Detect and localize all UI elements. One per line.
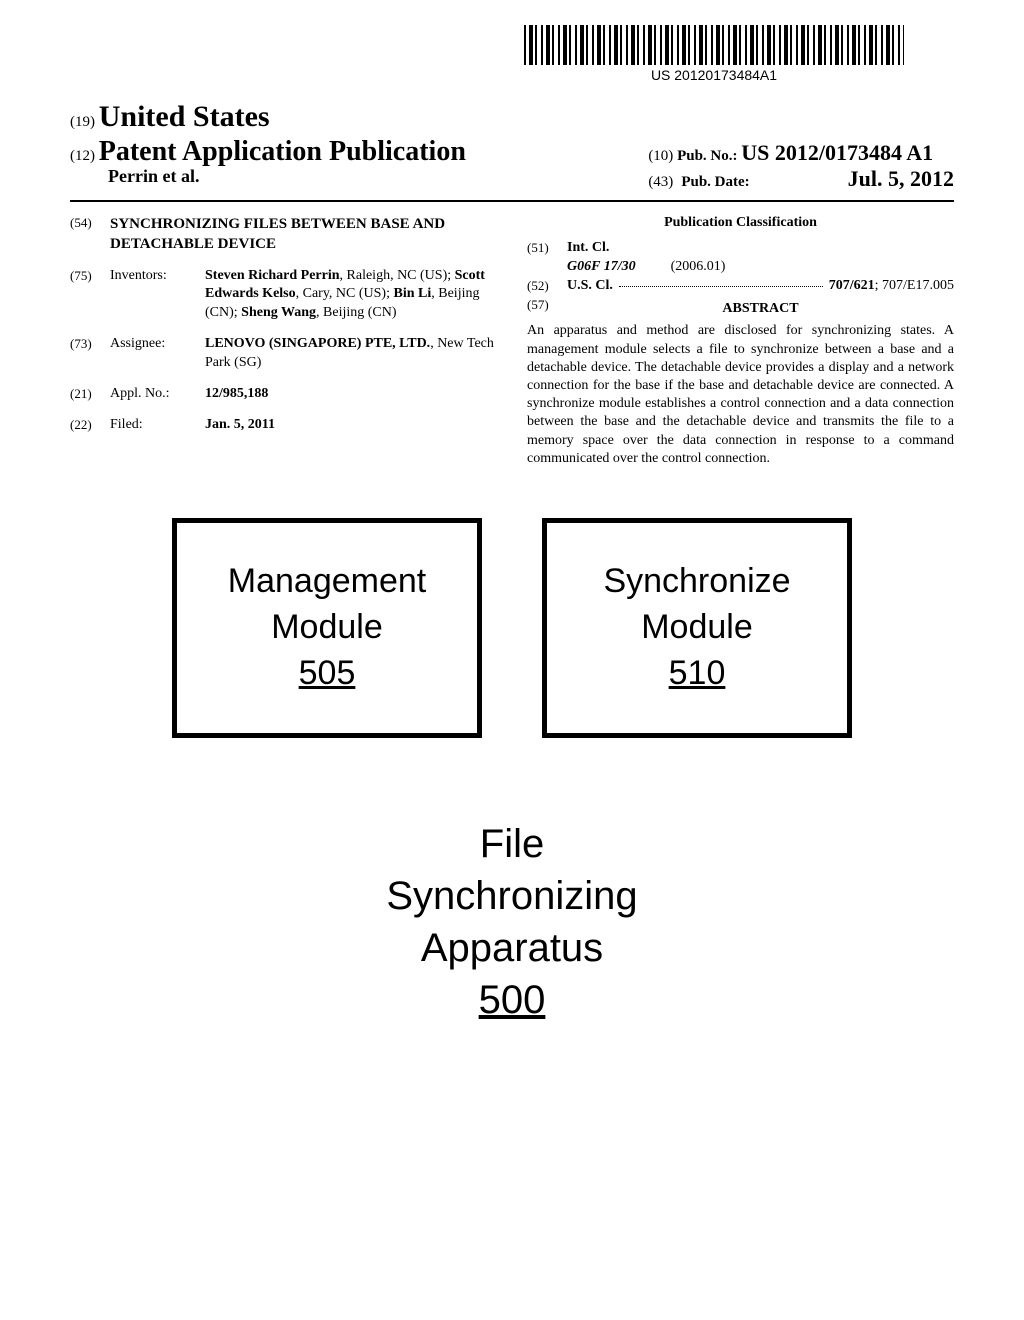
- filed-row: (22) Filed: Jan. 5, 2011: [70, 416, 497, 435]
- pub-no: US 2012/0173484 A1: [741, 140, 933, 165]
- us-cl-value: 707/621; 707/E17.005: [829, 277, 954, 296]
- assignee-row: (73) Assignee: LENOVO (SINGAPORE) PTE, L…: [70, 335, 497, 373]
- int-cl-year: (2006.01): [671, 259, 726, 274]
- document-header: (19) United States (12) Patent Applicati…: [70, 100, 954, 192]
- title-row: (54) SYNCHRONIZING FILES BETWEEN BASE AN…: [70, 214, 497, 255]
- doc-type-line: (12) Patent Application Publication: [70, 136, 466, 168]
- assignee-name: LENOVO (SINGAPORE) PTE, LTD.: [205, 336, 430, 351]
- inventor-4-name: Sheng Wang: [241, 305, 316, 320]
- abstract-heading-row: (57) ABSTRACT: [527, 296, 954, 323]
- barcode-block: US 20120173484A1: [524, 25, 904, 83]
- inventors-label: Inventors:: [110, 267, 205, 324]
- inventor-2-loc: , Cary, NC (US);: [296, 286, 394, 301]
- appl-no-value: 12/985,188: [205, 385, 497, 404]
- inventor-1-loc: , Raleigh, NC (US);: [340, 268, 455, 283]
- box1-line1: Management: [228, 559, 426, 605]
- box2-num: 510: [669, 651, 726, 697]
- code-10: (10): [648, 148, 673, 164]
- pub-class-title: Publication Classification: [527, 214, 954, 233]
- apparatus-line3: Apparatus: [386, 922, 637, 974]
- pub-no-line: (10) Pub. No.: US 2012/0173484 A1: [648, 140, 933, 166]
- inventors-value: Steven Richard Perrin, Raleigh, NC (US);…: [205, 267, 497, 324]
- us-cl-main: 707/621: [829, 278, 875, 293]
- code-54: (54): [70, 214, 110, 255]
- us-cl-sub: ; 707/E17.005: [875, 278, 954, 293]
- invention-title: SYNCHRONIZING FILES BETWEEN BASE AND DET…: [110, 214, 497, 255]
- left-column: (54) SYNCHRONIZING FILES BETWEEN BASE AN…: [70, 214, 497, 468]
- code-75: (75): [70, 267, 110, 324]
- code-73: (73): [70, 335, 110, 373]
- box1-line2: Module: [271, 605, 383, 651]
- code-19: (19): [70, 114, 95, 130]
- code-12: (12): [70, 148, 95, 164]
- code-22: (22): [70, 416, 110, 435]
- code-57: (57): [527, 296, 567, 323]
- code-43: (43): [648, 174, 673, 191]
- spacer: [527, 258, 567, 277]
- pub-date-label: Pub. Date:: [681, 174, 749, 191]
- authors-short: Perrin et al.: [108, 166, 466, 187]
- inventor-3-name: Bin Li: [394, 286, 432, 301]
- abstract-label: ABSTRACT: [567, 300, 954, 319]
- bibliographic-columns: (54) SYNCHRONIZING FILES BETWEEN BASE AN…: [70, 214, 954, 468]
- header-pub-line: (12) Patent Application Publication Perr…: [70, 136, 954, 192]
- appl-no-label: Appl. No.:: [110, 385, 205, 404]
- header-left: (12) Patent Application Publication Perr…: [70, 136, 466, 187]
- int-cl-row: (51) Int. Cl.: [527, 239, 954, 258]
- box2-line2: Module: [641, 605, 753, 651]
- inventor-1-name: Steven Richard Perrin: [205, 268, 340, 283]
- header-divider: [70, 200, 954, 202]
- header-country-line: (19) United States: [70, 100, 954, 134]
- figure-area: Management Module 505 Synchronize Module…: [70, 518, 954, 1026]
- us-cl-label: U.S. Cl.: [567, 277, 613, 296]
- int-cl-label: Int. Cl.: [567, 239, 627, 258]
- appl-no-row: (21) Appl. No.: 12/985,188: [70, 385, 497, 404]
- pub-no-label: Pub. No.:: [677, 148, 737, 164]
- barcode-text: US 20120173484A1: [524, 67, 904, 83]
- code-52: (52): [527, 277, 567, 296]
- abstract-text: An apparatus and method are disclosed fo…: [527, 322, 954, 468]
- apparatus-label: File Synchronizing Apparatus 500: [386, 818, 637, 1026]
- assignee-label: Assignee:: [110, 335, 205, 373]
- pub-date-line: (43) Pub. Date: Jul. 5, 2012: [648, 166, 954, 192]
- filed-label: Filed:: [110, 416, 205, 435]
- right-column: Publication Classification (51) Int. Cl.…: [527, 214, 954, 468]
- code-51: (51): [527, 239, 567, 258]
- leader-dots: [619, 277, 823, 287]
- apparatus-line2: Synchronizing: [386, 870, 637, 922]
- assignee-value: LENOVO (SINGAPORE) PTE, LTD., New Tech P…: [205, 335, 497, 373]
- pub-date: Jul. 5, 2012: [848, 166, 954, 192]
- synchronize-module-box: Synchronize Module 510: [542, 518, 852, 738]
- int-cl-value: G06F 17/30 (2006.01): [567, 258, 954, 277]
- apparatus-line1: File: [386, 818, 637, 870]
- box2-line1: Synchronize: [603, 559, 790, 605]
- inventors-row: (75) Inventors: Steven Richard Perrin, R…: [70, 267, 497, 324]
- int-cl-class: G06F 17/30: [567, 259, 636, 274]
- filed-value: Jan. 5, 2011: [205, 416, 497, 435]
- apparatus-num: 500: [386, 974, 637, 1026]
- management-module-box: Management Module 505: [172, 518, 482, 738]
- inventor-4-loc: , Beijing (CN): [316, 305, 397, 320]
- barcode-graphic: [524, 25, 904, 65]
- module-boxes-row: Management Module 505 Synchronize Module…: [172, 518, 852, 738]
- box1-num: 505: [299, 651, 356, 697]
- doc-type: Patent Application Publication: [99, 136, 466, 167]
- int-cl-value-row: G06F 17/30 (2006.01): [527, 258, 954, 277]
- header-right: (10) Pub. No.: US 2012/0173484 A1 (43) P…: [648, 140, 954, 192]
- country-name: United States: [99, 100, 270, 133]
- code-21: (21): [70, 385, 110, 404]
- us-cl-row: (52) U.S. Cl. 707/621; 707/E17.005: [527, 277, 954, 296]
